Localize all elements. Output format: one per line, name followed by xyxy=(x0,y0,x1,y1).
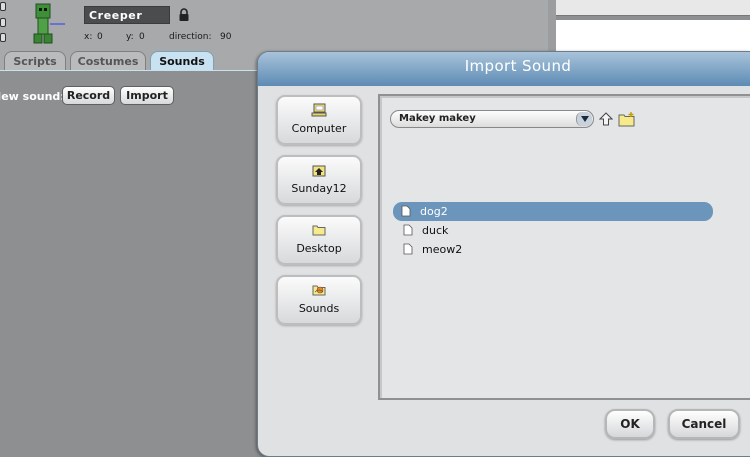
file-browser: Makey makey dog2 duck meow2 xyxy=(382,98,750,398)
rotation-style-flip-button[interactable] xyxy=(0,18,6,27)
chevron-down-icon[interactable] xyxy=(576,112,592,126)
file-name: dog2 xyxy=(420,205,448,218)
place-sunday12-label: Sunday12 xyxy=(291,182,347,195)
file-item-dog2[interactable]: dog2 xyxy=(393,202,713,221)
new-sound-label: New sound: xyxy=(0,90,65,103)
sprite-thumbnail xyxy=(33,3,65,44)
tab-sounds[interactable]: Sounds xyxy=(150,51,214,71)
file-browser-frame: Makey makey dog2 duck meow2 xyxy=(378,94,750,400)
ok-button[interactable]: OK xyxy=(605,409,655,439)
place-desktop-label: Desktop xyxy=(296,242,342,255)
import-button[interactable]: Import xyxy=(120,86,174,105)
home-icon xyxy=(312,165,326,177)
file-name: meow2 xyxy=(422,243,463,256)
file-item-meow2[interactable]: meow2 xyxy=(395,240,715,259)
tab-costumes[interactable]: Costumes xyxy=(70,51,146,71)
rotation-style-full-button[interactable] xyxy=(0,2,6,11)
x-label: x: xyxy=(84,32,93,42)
place-computer-button[interactable]: Computer xyxy=(276,95,362,145)
up-folder-icon[interactable] xyxy=(599,111,613,127)
file-item-duck[interactable]: duck xyxy=(395,221,715,240)
sprite-info-bar xyxy=(0,0,548,48)
lock-icon[interactable] xyxy=(178,8,190,22)
record-button[interactable]: Record xyxy=(62,86,115,105)
stage-area xyxy=(556,20,750,54)
cancel-button[interactable]: Cancel xyxy=(668,409,740,439)
rotation-style-none-button[interactable] xyxy=(0,33,6,42)
direction-value: 90 xyxy=(220,32,232,42)
tab-scripts[interactable]: Scripts xyxy=(4,51,66,71)
place-sunday12-button[interactable]: Sunday12 xyxy=(276,155,362,205)
sounds-folder-icon xyxy=(312,285,326,296)
place-computer-label: Computer xyxy=(291,122,347,135)
place-sounds-button[interactable]: Sounds xyxy=(276,275,362,325)
sprite-name-field[interactable]: Creeper xyxy=(84,6,170,24)
x-value: 0 xyxy=(97,32,103,42)
y-label: y: xyxy=(126,32,134,42)
direction-label: direction: xyxy=(169,32,212,42)
y-value: 0 xyxy=(139,32,145,42)
import-sound-dialog: Import Sound Computer Sunday12 Desktop S… xyxy=(257,51,750,457)
place-desktop-button[interactable]: Desktop xyxy=(276,215,362,265)
file-icon xyxy=(401,205,411,217)
new-folder-icon[interactable] xyxy=(618,111,636,127)
file-name: duck xyxy=(422,224,449,237)
stage-toolbar xyxy=(556,0,750,16)
place-sounds-label: Sounds xyxy=(298,302,340,315)
dialog-title-bar[interactable]: Import Sound xyxy=(258,52,750,86)
folder-icon xyxy=(312,225,326,236)
file-icon xyxy=(403,243,413,255)
dialog-title: Import Sound xyxy=(464,57,572,75)
computer-icon xyxy=(311,103,327,117)
places-panel: Computer Sunday12 Desktop Sounds xyxy=(274,89,366,325)
folder-dropdown[interactable]: Makey makey xyxy=(390,110,594,128)
folder-dropdown-value: Makey makey xyxy=(399,113,476,124)
file-icon xyxy=(403,224,413,236)
